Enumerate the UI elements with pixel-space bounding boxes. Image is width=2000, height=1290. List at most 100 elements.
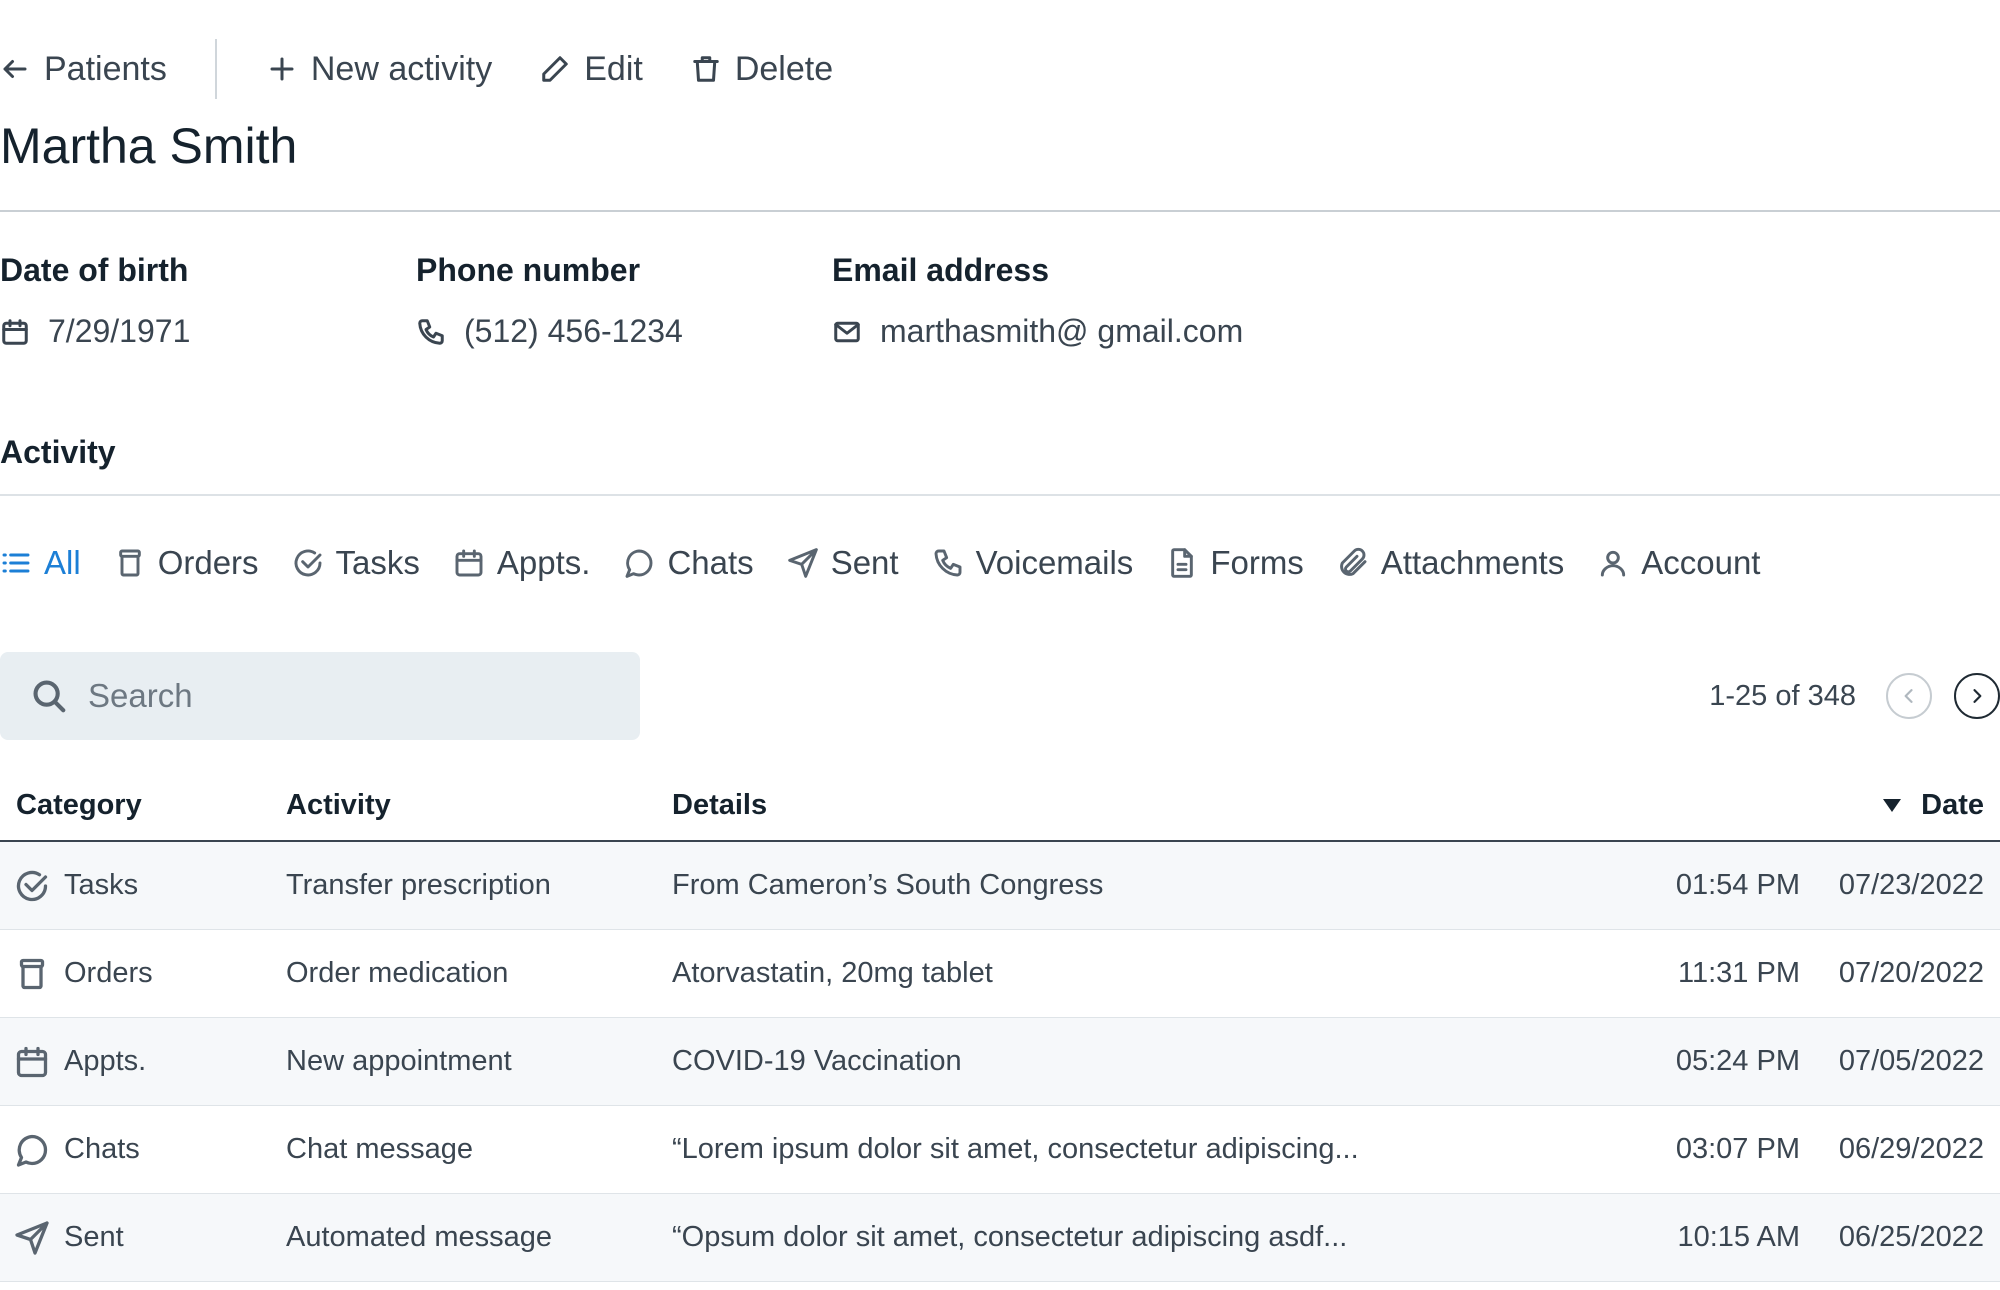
- filter-tasks[interactable]: Tasks: [292, 544, 420, 582]
- filter-account[interactable]: Account: [1597, 544, 1760, 582]
- details-cell: “Opsum dolor sit amet, consectetur adipi…: [672, 1221, 1348, 1253]
- filter-label: Orders: [157, 544, 259, 581]
- email-value: marthasmith@ gmail.com: [880, 313, 1244, 349]
- activity-cell: New appointment: [286, 1045, 512, 1077]
- date-cell: 06/25/2022: [1838, 1221, 1984, 1253]
- filter-label: Forms: [1210, 544, 1304, 581]
- header-divider: [0, 210, 2000, 212]
- search-input[interactable]: [88, 677, 608, 715]
- category-label: Tasks: [64, 869, 139, 901]
- activity-divider: [0, 494, 2000, 496]
- delete-button[interactable]: Delete: [691, 28, 833, 110]
- search-box: [0, 652, 640, 740]
- category-cell: Sent: [14, 1220, 124, 1256]
- column-header-category[interactable]: Category: [16, 789, 142, 822]
- column-header-date[interactable]: Date: [1883, 789, 1984, 822]
- back-label: Patients: [44, 49, 167, 88]
- dob-label: Date of birth: [0, 252, 189, 288]
- filter-all[interactable]: All: [0, 544, 81, 582]
- date-cell: 07/05/2022: [1838, 1045, 1984, 1077]
- dob-block: Date of birth 7/29/1971: [0, 252, 190, 350]
- trash-icon: [693, 56, 719, 82]
- pencil-icon: [542, 56, 568, 82]
- phone-value: (512) 456-1234: [464, 313, 683, 349]
- activity-cell: Transfer prescription: [286, 869, 551, 901]
- filter-orders[interactable]: Orders: [114, 544, 259, 582]
- time-cell: 05:24 PM: [1675, 1045, 1800, 1077]
- filter-attachments[interactable]: Attachments: [1337, 544, 1564, 582]
- toolbar-divider: [214, 39, 217, 99]
- phone-block: Phone number (512) 456-1234: [416, 252, 683, 350]
- toolbar: Patients New activity Edit Delete: [0, 28, 833, 110]
- filter-label: Sent: [830, 544, 899, 581]
- next-page-button[interactable]: [1954, 673, 2000, 719]
- chevron-left-icon: [1904, 689, 1913, 703]
- details-cell: “Lorem ipsum dolor sit amet, consectetur…: [672, 1133, 1359, 1165]
- new-activity-label: New activity: [310, 49, 493, 88]
- calendar-icon: [455, 549, 483, 577]
- edit-button[interactable]: Edit: [540, 28, 643, 110]
- dob-value-row: 7/29/1971: [0, 313, 190, 350]
- filter-label: Voicemails: [975, 544, 1134, 581]
- column-header-activity[interactable]: Activity: [286, 789, 391, 822]
- arrow-left-icon: [3, 60, 27, 78]
- paperclip-icon: [1339, 547, 1367, 576]
- chevron-right-icon: [1973, 689, 1982, 703]
- phone-value-row[interactable]: (512) 456-1234: [416, 313, 683, 350]
- category-label: Sent: [64, 1221, 124, 1253]
- filter-label: Appts.: [496, 544, 591, 581]
- column-header-details[interactable]: Details: [672, 789, 767, 822]
- time-cell: 11:31 PM: [1678, 957, 1800, 989]
- delete-label: Delete: [734, 49, 834, 88]
- pagination-range: 1-25 of 348: [1709, 679, 1856, 712]
- filter-label: All: [44, 544, 81, 581]
- filter-sent[interactable]: Sent: [787, 544, 899, 582]
- details-cell: Atorvastatin, 20mg tablet: [672, 957, 993, 989]
- table-row[interactable]: Sent Automated message “Opsum dolor sit …: [0, 1194, 2000, 1282]
- activity-cell: Automated message: [286, 1221, 552, 1253]
- table-row[interactable]: Tasks Transfer prescription From Cameron…: [0, 842, 2000, 930]
- time-cell: 10:15 AM: [1677, 1221, 1800, 1253]
- check-circle-icon: [16, 870, 48, 901]
- table-row[interactable]: Appts. New appointment COVID-19 Vaccinat…: [0, 1018, 2000, 1106]
- list-icon: [2, 553, 30, 573]
- filter-appts[interactable]: Appts.: [453, 544, 591, 582]
- send-icon: [15, 1220, 49, 1255]
- pill-bottle-icon: [118, 549, 141, 577]
- document-icon: [1171, 548, 1194, 578]
- filter-voicemails[interactable]: Voicemails: [932, 544, 1134, 582]
- phone-label: Phone number: [416, 252, 641, 288]
- time-cell: 01:54 PM: [1675, 869, 1800, 901]
- date-cell: 06/29/2022: [1838, 1133, 1984, 1165]
- activity-cell: Order medication: [286, 957, 509, 989]
- phone-icon: [418, 318, 444, 345]
- pagination: 1-25 of 348: [1709, 672, 2000, 720]
- filter-chats[interactable]: Chats: [623, 544, 754, 582]
- time-cell: 03:07 PM: [1675, 1133, 1800, 1165]
- filter-forms[interactable]: Forms: [1166, 544, 1304, 582]
- category-label: Chats: [64, 1133, 140, 1165]
- pill-bottle-icon: [19, 958, 45, 989]
- phone-icon: [934, 549, 962, 577]
- search-icon: [33, 680, 66, 713]
- category-cell: Chats: [14, 1132, 140, 1168]
- details-cell: From Cameron’s South Congress: [672, 869, 1104, 901]
- email-label: Email address: [832, 252, 1049, 288]
- email-value-row[interactable]: marthasmith@ gmail.com: [832, 313, 1243, 350]
- plus-icon: [270, 57, 294, 81]
- table-row[interactable]: Chats Chat message “Lorem ipsum dolor si…: [0, 1106, 2000, 1194]
- new-activity-button[interactable]: New activity: [267, 28, 492, 110]
- patient-name: Martha Smith: [0, 118, 298, 174]
- previous-page-button[interactable]: [1886, 673, 1932, 719]
- send-icon: [787, 548, 818, 578]
- back-to-patients-link[interactable]: Patients: [0, 28, 167, 110]
- filter-label: Chats: [667, 544, 754, 581]
- table-row[interactable]: Orders Order medication Atorvastatin, 20…: [0, 930, 2000, 1018]
- activity-cell: Chat message: [286, 1133, 473, 1165]
- activity-table: Category Activity Details Date Tasks Tra…: [0, 770, 2000, 1282]
- calendar-icon: [2, 318, 28, 345]
- sort-descending-icon: [1883, 798, 1902, 812]
- chat-bubble-icon: [626, 549, 653, 578]
- date-header-label: Date: [1921, 788, 1984, 821]
- activity-filter-tabs: All Orders Tasks Appts. Chats Sent Voice…: [0, 538, 1760, 588]
